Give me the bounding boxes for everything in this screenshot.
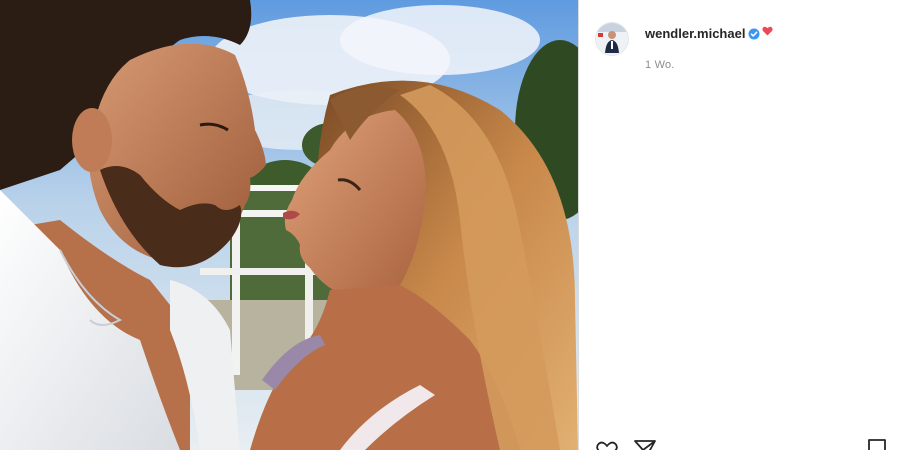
post-time: 1 Wo. bbox=[645, 59, 675, 71]
avatar-image bbox=[596, 23, 628, 55]
author-info: wendler.michael 1 Wo. bbox=[645, 22, 774, 71]
bookmark-icon[interactable] bbox=[865, 438, 889, 450]
post-sidebar: wendler.michael 1 Wo. bbox=[578, 0, 900, 450]
post-header: wendler.michael 1 Wo. bbox=[595, 22, 774, 71]
author-username[interactable]: wendler.michael bbox=[645, 26, 745, 41]
author-row: wendler.michael bbox=[645, 26, 774, 41]
verified-badge-icon bbox=[748, 28, 760, 39]
profile-avatar[interactable] bbox=[595, 22, 629, 56]
instagram-post: wendler.michael 1 Wo. bbox=[0, 0, 900, 450]
post-photo[interactable] bbox=[0, 0, 578, 450]
post-actions bbox=[579, 438, 900, 450]
couple-photo bbox=[0, 0, 578, 450]
red-heart-emoji-icon bbox=[762, 26, 774, 36]
paper-plane-icon[interactable] bbox=[633, 438, 657, 450]
heart-outline-icon[interactable] bbox=[595, 438, 619, 450]
